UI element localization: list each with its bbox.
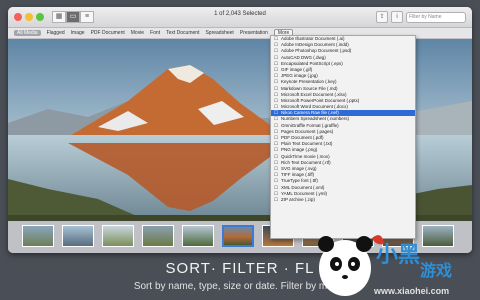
svg-text:小黑: 小黑	[376, 242, 420, 267]
watermark-overlay: 小黑 游戏 www.xiaohei.com	[0, 0, 480, 300]
svg-text:游戏: 游戏	[420, 261, 452, 280]
panda-logo-icon: 小黑 游戏	[318, 235, 452, 296]
watermark-url: www.xiaohei.com	[374, 286, 450, 296]
